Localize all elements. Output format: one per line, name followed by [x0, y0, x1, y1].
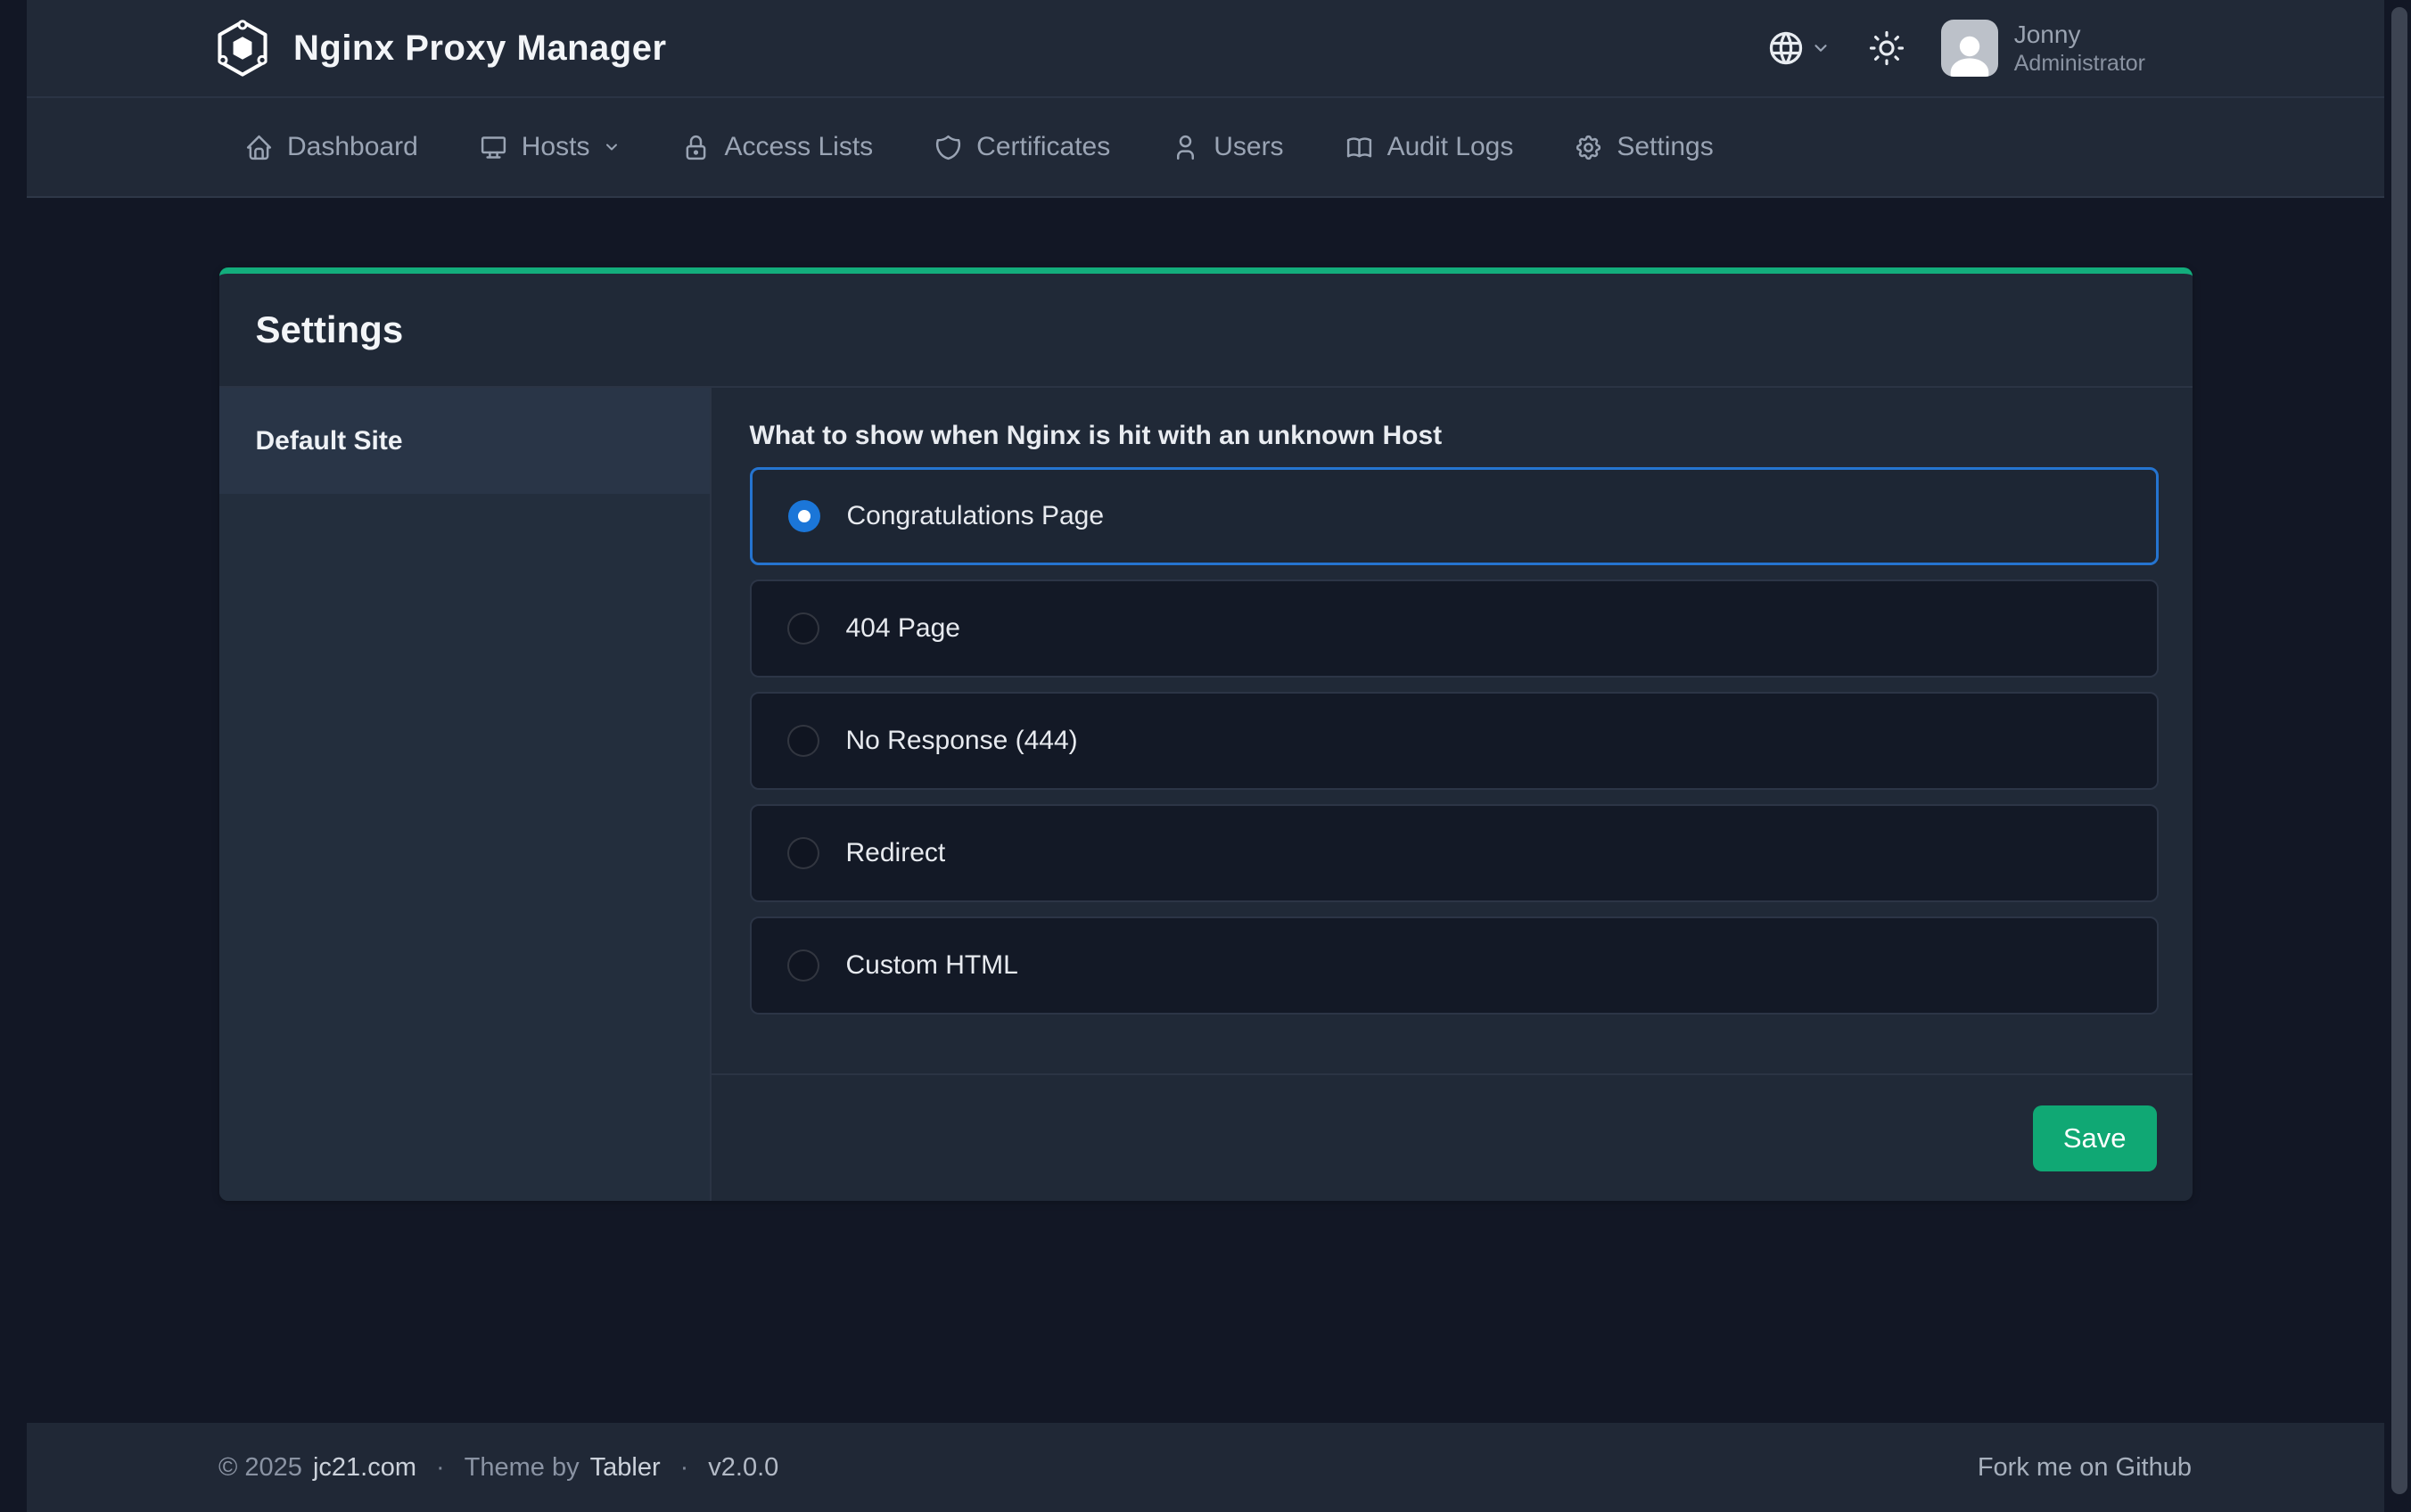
user-icon	[1171, 133, 1200, 162]
jc21-link[interactable]: jc21.com	[313, 1453, 416, 1483]
lock-icon	[681, 133, 711, 162]
nav-label: Dashboard	[287, 132, 418, 162]
option-404-page[interactable]: 404 Page	[750, 579, 2159, 678]
brand[interactable]: Nginx Proxy Manager	[217, 20, 667, 77]
card-body: Default Site What to show when Nginx is …	[219, 388, 2193, 1201]
option-label: Congratulations Page	[847, 501, 1105, 531]
option-label: No Response (444)	[846, 726, 1078, 756]
npm-logo-icon	[217, 20, 268, 77]
person-silhouette-icon	[1941, 25, 1998, 77]
vertical-scrollbar[interactable]	[2391, 7, 2407, 1494]
settings-panel: What to show when Nginx is hit with an u…	[712, 388, 2193, 1201]
app-shell: Nginx Proxy Manager	[27, 0, 2384, 1512]
chevron-down-icon	[603, 138, 621, 156]
nav-label: Settings	[1617, 132, 1713, 162]
option-redirect[interactable]: Redirect	[750, 804, 2159, 902]
sidebar-item-default-site[interactable]: Default Site	[219, 388, 710, 494]
shield-icon	[934, 133, 963, 162]
radio-icon[interactable]	[787, 612, 819, 645]
save-button[interactable]: Save	[2033, 1105, 2157, 1171]
fork-github-link[interactable]: Fork me on Github	[1978, 1453, 2192, 1483]
nav-label: Certificates	[976, 132, 1110, 162]
nav-item-audit-logs[interactable]: Audit Logs	[1339, 119, 1519, 175]
footer-credits: © 2025 jc21.com · Theme by Tabler · v2.0…	[218, 1453, 778, 1483]
radio-icon[interactable]	[787, 725, 819, 757]
home-icon	[244, 133, 274, 162]
form-actions: Save	[712, 1073, 2193, 1201]
radio-icon[interactable]	[787, 837, 819, 869]
nav-label: Hosts	[522, 132, 590, 162]
user-role: Administrator	[2014, 50, 2145, 78]
nav-item-access-lists[interactable]: Access Lists	[676, 119, 878, 175]
option-label: Custom HTML	[846, 950, 1018, 981]
sun-icon	[1868, 29, 1905, 67]
tabler-link[interactable]: Tabler	[590, 1453, 661, 1483]
theme-by-text: Theme by	[465, 1453, 580, 1483]
user-name: Jonny	[2014, 19, 2145, 50]
option-label: Redirect	[846, 838, 946, 868]
page-title: Settings	[256, 308, 404, 351]
nav-label: Access Lists	[724, 132, 873, 162]
page-content: Settings Default Site What to show when …	[27, 267, 2384, 1201]
main-nav: Dashboard Hosts Access Lists	[27, 98, 2384, 198]
book-icon	[1345, 133, 1374, 162]
radio-icon[interactable]	[787, 949, 819, 982]
user-menu[interactable]: Jonny Administrator	[2014, 19, 2145, 78]
separator: ·	[436, 1453, 445, 1483]
settings-card: Settings Default Site What to show when …	[219, 267, 2193, 1201]
globe-icon	[1766, 29, 1806, 68]
option-label: 404 Page	[846, 613, 960, 644]
theme-toggle-button[interactable]	[1868, 29, 1905, 67]
app-title: Nginx Proxy Manager	[293, 29, 667, 69]
option-no-response[interactable]: No Response (444)	[750, 692, 2159, 790]
nav-item-certificates[interactable]: Certificates	[928, 119, 1115, 175]
default-site-form: What to show when Nginx is hit with an u…	[712, 388, 2193, 1015]
separator: ·	[680, 1453, 689, 1483]
radio-icon[interactable]	[788, 500, 820, 532]
card-header: Settings	[219, 274, 2193, 388]
nav-item-settings[interactable]: Settings	[1568, 119, 1718, 175]
nav-item-hosts[interactable]: Hosts	[473, 119, 627, 175]
gear-icon	[1574, 133, 1603, 162]
avatar[interactable]	[1941, 20, 1998, 77]
monitor-icon	[479, 133, 508, 162]
language-menu-button[interactable]	[1766, 29, 1831, 68]
nav-item-users[interactable]: Users	[1165, 119, 1288, 175]
page-footer: © 2025 jc21.com · Theme by Tabler · v2.0…	[27, 1423, 2384, 1512]
nav-item-dashboard[interactable]: Dashboard	[239, 119, 424, 175]
nav-label: Audit Logs	[1387, 132, 1514, 162]
chevron-down-icon	[1811, 38, 1831, 58]
option-custom-html[interactable]: Custom HTML	[750, 916, 2159, 1015]
copyright-text: © 2025	[218, 1453, 302, 1483]
header: Nginx Proxy Manager	[27, 0, 2384, 98]
nav-label: Users	[1214, 132, 1283, 162]
settings-sidebar: Default Site	[219, 388, 712, 1201]
option-congratulations-page[interactable]: Congratulations Page	[750, 467, 2159, 565]
question-label: What to show when Nginx is hit with an u…	[750, 420, 2159, 452]
version-text: v2.0.0	[708, 1453, 778, 1483]
header-actions: Jonny Administrator	[1766, 19, 2145, 78]
